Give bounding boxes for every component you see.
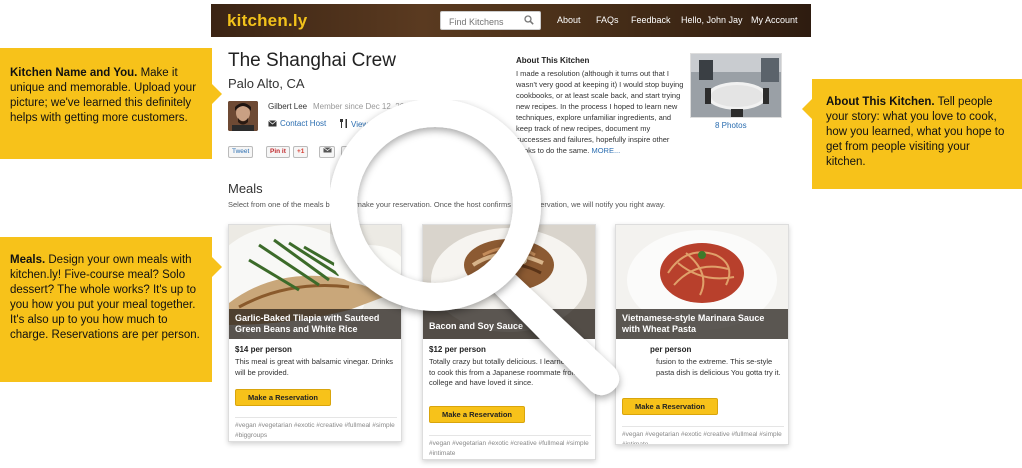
callout-meals: Meals. Design your own meals with kitche… bbox=[0, 237, 222, 382]
meals-heading: Meals bbox=[228, 181, 263, 196]
kitchen-photo[interactable] bbox=[690, 53, 782, 118]
nav-account-link[interactable]: My Account bbox=[751, 15, 798, 25]
callout-kitchen-name-heading: Kitchen Name and You. bbox=[10, 67, 138, 79]
meal-tags: #vegan #vegetarian #exotic #creative #fu… bbox=[429, 435, 591, 459]
callout-about-heading: About This Kitchen. bbox=[826, 96, 935, 108]
kitchen-interior-photo bbox=[691, 54, 781, 117]
contact-host-label[interactable]: Contact Host bbox=[280, 119, 326, 128]
meal-tags: #vegan #vegetarian #exotic #creative #fu… bbox=[622, 426, 784, 444]
google-plus-button[interactable]: +1 bbox=[293, 146, 309, 158]
view-reviews-link[interactable]: View Reviews bbox=[340, 119, 401, 129]
host-avatar[interactable] bbox=[228, 101, 258, 131]
meal-title[interactable]: Garlic-Baked Tilapia with Sauteed Green … bbox=[229, 309, 401, 339]
search-icon[interactable] bbox=[524, 15, 534, 25]
meal-description: This meal is great with balsamic vinegar… bbox=[235, 357, 393, 377]
kitchenly-logo[interactable]: kitchen.ly bbox=[227, 11, 307, 31]
meals-subtext: Select from one of the meals below to ma… bbox=[228, 200, 666, 209]
callout-pointer bbox=[802, 99, 812, 119]
meal-title[interactable]: Bacon and Soy Sauce bbox=[423, 309, 595, 339]
host-name[interactable]: Gilbert Lee bbox=[268, 102, 307, 111]
meal-price: per person bbox=[650, 345, 692, 354]
fork-knife-icon bbox=[340, 119, 347, 128]
pinit-button[interactable]: Pin it bbox=[266, 146, 290, 158]
meal-description: Totally crazy but totally delicious. I l… bbox=[429, 357, 585, 387]
about-body: I made a resolution (although it turns o… bbox=[516, 69, 684, 155]
view-reviews-label[interactable]: View Reviews bbox=[351, 120, 401, 129]
make-reservation-button[interactable]: Make a Reservation bbox=[235, 389, 331, 406]
callout-pointer bbox=[212, 257, 222, 277]
tweet-button[interactable]: Tweet bbox=[228, 146, 254, 158]
make-reservation-button[interactable]: Make a Reservation bbox=[429, 406, 525, 423]
kitchen-location: Palo Alto, CA bbox=[228, 76, 305, 91]
about-more-link[interactable]: MORE... bbox=[591, 146, 620, 155]
about-text: I made a resolution (although it turns o… bbox=[516, 68, 684, 156]
callout-meals-heading: Meals. bbox=[10, 254, 46, 266]
meal-title[interactable]: Vietnamese-style Marinara Sauce with Whe… bbox=[616, 309, 788, 339]
member-since: Member since Dec 12, 2012 bbox=[313, 102, 414, 111]
callout-kitchen-name: Kitchen Name and You. Make it unique and… bbox=[0, 48, 222, 159]
top-nav-bar: kitchen.ly About FAQs Feedback Hello, Jo… bbox=[211, 4, 811, 37]
nav-feedback-link[interactable]: Feedback bbox=[631, 15, 671, 25]
nav-about-link[interactable]: About bbox=[557, 15, 581, 25]
nav-faqs-link[interactable]: FAQs bbox=[596, 15, 619, 25]
kitchen-title: The Shanghai Crew bbox=[228, 50, 396, 71]
facebook-like-button[interactable]: Like bbox=[341, 146, 361, 158]
nav-greeting: Hello, John Jay bbox=[681, 15, 743, 25]
meal-description: fusion to the extreme. This se-style pas… bbox=[656, 357, 781, 377]
meal-card[interactable]: Vietnamese-style Marinara Sauce with Whe… bbox=[615, 224, 789, 445]
search-input[interactable] bbox=[441, 13, 521, 31]
meal-price: $12 per person bbox=[429, 345, 486, 354]
envelope-icon bbox=[323, 147, 332, 153]
meal-tags: #vegan #vegetarian #exotic #creative #fu… bbox=[235, 417, 397, 441]
envelope-icon bbox=[268, 120, 277, 127]
callout-pointer bbox=[212, 84, 222, 104]
make-reservation-button[interactable]: Make a Reservation bbox=[622, 398, 718, 415]
host-photo bbox=[228, 101, 258, 131]
about-title: About This Kitchen bbox=[516, 56, 590, 65]
meal-card[interactable]: Bacon and Soy Sauce $12 per person Total… bbox=[422, 224, 596, 460]
meal-card[interactable]: Garlic-Baked Tilapia with Sauteed Green … bbox=[228, 224, 402, 442]
search-box[interactable] bbox=[440, 11, 541, 31]
meal-price: $14 per person bbox=[235, 345, 292, 354]
contact-host-link[interactable]: Contact Host bbox=[268, 119, 326, 128]
photos-link[interactable]: 8 Photos bbox=[715, 121, 747, 130]
callout-meals-text: Design your own meals with kitchen.ly! F… bbox=[10, 254, 200, 341]
email-share-button[interactable] bbox=[319, 146, 335, 158]
callout-about-kitchen: About This Kitchen. Tell people your sto… bbox=[802, 79, 1022, 189]
